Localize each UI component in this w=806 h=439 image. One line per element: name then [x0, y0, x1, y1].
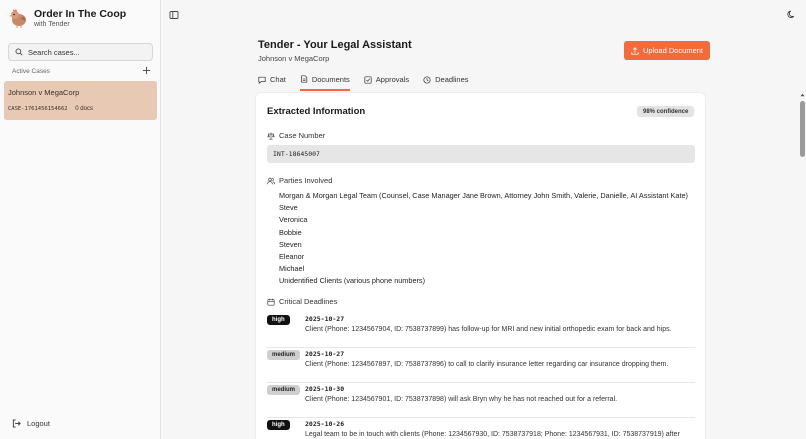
critical-deadlines-label: Critical Deadlines [267, 297, 337, 306]
add-case-plus-icon[interactable] [142, 66, 151, 75]
party-item: Veronica [279, 215, 308, 225]
brand-subtitle: with Tender [34, 21, 70, 28]
chicken-logo-icon [9, 9, 26, 28]
search-box[interactable] [8, 43, 153, 61]
party-item: Steven [279, 239, 302, 249]
search-input[interactable] [28, 47, 148, 57]
page-title: Tender - Your Legal Assistant [258, 39, 412, 51]
extracted-info-heading: Extracted Information [267, 106, 366, 117]
scroll-up-arrow-icon[interactable] [800, 93, 805, 97]
case-number-value: INT-18645007 [267, 145, 695, 163]
case-list-item[interactable]: Johnson v MegaCorp CASE-1761456154662 0 … [4, 81, 157, 120]
brand: Order In The Coop with Tender [8, 8, 126, 28]
deadline-date: 2025-10-27 [305, 350, 345, 358]
logout-label: Logout [27, 419, 50, 428]
deadline-date: 2025-10-30 [305, 385, 345, 393]
party-item: Michael [279, 264, 305, 274]
deadline-item: medium 2025-10-30 Client (Phone: 1234567… [267, 383, 695, 418]
deadline-item: high 2025-10-27 Client (Phone: 123456790… [267, 313, 695, 348]
document-icon [301, 75, 308, 83]
deadline-description: Client (Phone: 1234567901, ID: 753873789… [305, 396, 618, 403]
tab-approvals[interactable]: Approvals [364, 72, 409, 87]
party-item: Unidentified Clients (various phone numb… [279, 276, 426, 286]
sidebar: Order In The Coop with Tender Active Cas… [0, 0, 161, 439]
case-number-label: Case Number [267, 131, 325, 140]
scrollbar-thumb[interactable] [800, 101, 805, 157]
clock-icon [423, 75, 431, 84]
tab-chat[interactable]: Chat [258, 72, 286, 87]
deadline-description: Legal team to be in touch with clients (… [305, 431, 680, 438]
search-icon [15, 48, 23, 56]
party-item: Bobbie [279, 227, 302, 237]
upload-document-button[interactable]: Upload Document [624, 41, 710, 60]
scale-icon [267, 132, 275, 140]
brand-title: Order In The Coop [34, 8, 127, 20]
priority-badge: medium [267, 350, 301, 360]
logout-button[interactable]: Logout [12, 419, 50, 428]
parties-list: Morgan & Morgan Legal Team (Counsel, Cas… [279, 190, 688, 288]
priority-badge: high [267, 315, 290, 325]
deadline-list: high 2025-10-27 Client (Phone: 123456790… [267, 313, 695, 439]
confidence-badge: 98% confidence [637, 106, 695, 117]
users-icon [267, 177, 275, 184]
page-subtitle: Johnson v MegaCorp [258, 54, 330, 63]
case-id: CASE-1761456154662 [8, 106, 68, 112]
tab-bar: Chat Documents Approvals Deadlines [258, 72, 483, 92]
calendar-icon [267, 298, 275, 306]
deadline-date: 2025-10-27 [305, 315, 345, 323]
parties-label: Parties Involved [267, 176, 332, 185]
deadline-item: medium 2025-10-27 Client (Phone: 1234567… [267, 348, 695, 383]
party-item: Steve [279, 203, 298, 213]
tab-documents[interactable]: Documents [299, 72, 350, 91]
deadline-description: Client (Phone: 1234567904, ID: 753873789… [305, 326, 672, 333]
logout-icon [12, 419, 21, 428]
upload-document-label: Upload Document [642, 46, 704, 55]
party-item: Eleanor [279, 251, 305, 261]
deadline-item: high 2025-10-26 Legal team to be in touc… [267, 418, 695, 439]
extracted-info-card: Extracted Information 98% confidence Cas… [255, 92, 706, 439]
case-title: Johnson v MegaCorp [8, 88, 80, 97]
checkbox-icon [364, 75, 372, 84]
active-cases-label: Active Cases [12, 68, 50, 75]
upload-icon [631, 46, 639, 55]
case-doc-count: 0 docs [75, 106, 93, 112]
moon-icon[interactable] [787, 10, 796, 19]
priority-badge: medium [267, 385, 301, 395]
deadline-date: 2025-10-26 [305, 420, 345, 428]
priority-badge: high [267, 420, 290, 430]
chat-icon [258, 76, 266, 84]
deadline-description: Client (Phone: 1234567897, ID: 753873789… [305, 361, 669, 368]
tab-deadlines[interactable]: Deadlines [423, 72, 469, 87]
party-item: Morgan & Morgan Legal Team (Counsel, Cas… [279, 191, 688, 200]
sidebar-toggle-icon[interactable] [169, 10, 179, 20]
